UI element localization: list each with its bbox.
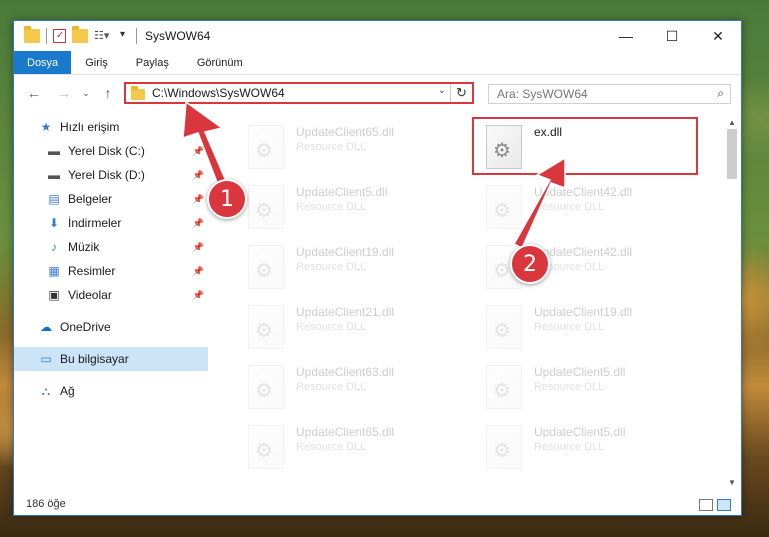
annotation-arrows [182, 100, 566, 250]
arrow-2 [512, 156, 566, 250]
step-2-badge: 2 [510, 244, 550, 284]
step-1-badge: 1 [207, 179, 247, 219]
